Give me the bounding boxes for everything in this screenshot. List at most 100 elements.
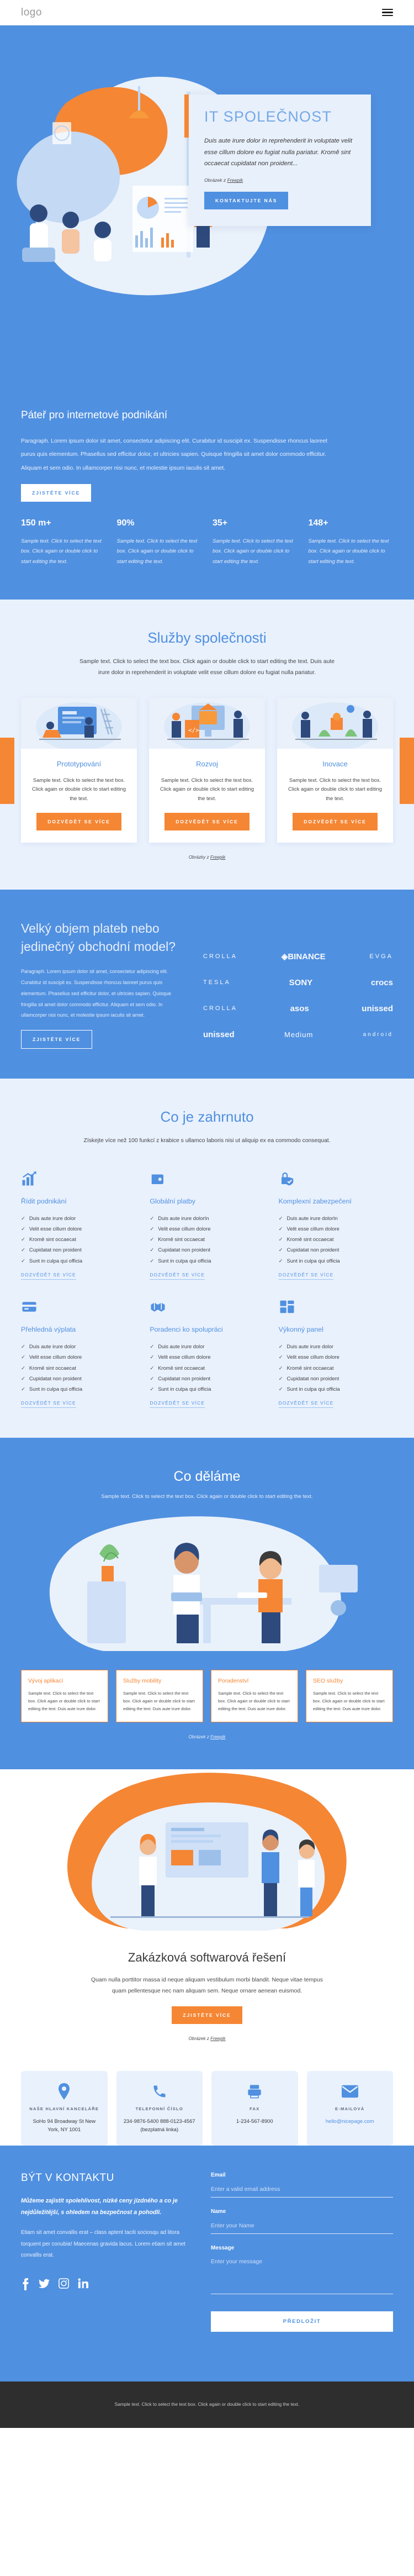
payments-title: Velký objem plateb nebo jedinečný obchod… <box>21 921 176 954</box>
map-pin-icon <box>28 2082 101 2101</box>
brand-logo-evga: EVGA <box>369 953 393 960</box>
message-field-group: Message <box>211 2245 393 2297</box>
contact-card-value: 1-234-567-8900 <box>236 2117 273 2124</box>
name-field-group: Name <box>211 2209 393 2234</box>
wwd-tile[interactable]: Vývoj aplikací Sample text. Click to sel… <box>21 1669 108 1722</box>
contact-card-value: 234-9876-5400 888-0123-4567 (bezplatná l… <box>123 2117 195 2132</box>
backbone-title: Páteř pro internetové podnikání <box>21 409 168 421</box>
feature-link[interactable]: DOZVĚDĚT SE VÍCE <box>150 1401 205 1408</box>
feature-list-item: ✓ Sunt in culpa qui officia <box>150 1384 264 1394</box>
check-icon: ✓ <box>278 1364 283 1371</box>
feature-link[interactable]: DOZVĚDĚT SE VÍCE <box>21 1401 76 1408</box>
service-card[interactable]: </> Rozvoj Sample text. Click to select … <box>149 697 265 843</box>
service-card-title: Inovace <box>322 759 348 768</box>
check-icon: ✓ <box>21 1364 25 1371</box>
email-field-group: Email <box>211 2172 393 2198</box>
feature-title: Přehledná výplata <box>21 1325 76 1333</box>
service-card-button[interactable]: DOZVĚDĚT SE VÍCE <box>293 812 378 830</box>
brand-logo-unissed-2: unissed <box>203 1029 235 1039</box>
feature-list-item: ✓ Velit esse cillum dolore <box>21 1223 135 1234</box>
stat-item: 150 m+ Sample text. Click to select the … <box>21 518 106 566</box>
feature-link[interactable]: DOZVĚDĚT SE VÍCE <box>21 1273 76 1280</box>
backbone-cta-button[interactable]: ZJISTĚTE VÍCE <box>21 484 92 502</box>
hero-description: Duis aute irure dolor in reprehenderit i… <box>204 137 353 167</box>
feature-link[interactable]: DOZVĚDĚT SE VÍCE <box>278 1273 334 1280</box>
twitter-icon[interactable] <box>39 2278 50 2293</box>
service-card-button[interactable]: DOZVĚDĚT SE VÍCE <box>164 812 250 830</box>
service-card[interactable]: Inovace Sample text. Click to select the… <box>277 697 393 843</box>
check-icon: ✓ <box>278 1236 283 1243</box>
freepik-link[interactable]: Freepik <box>210 2036 225 2041</box>
stat-text: Sample text. Click to select the text bo… <box>213 538 293 564</box>
feature-link[interactable]: DOZVĚDĚT SE VÍCE <box>150 1273 205 1280</box>
feature-item: Řídit podnikání ✓ Duis aute irure dolor ✓… <box>21 1170 135 1280</box>
logo-row: CROLLA asos unissed <box>203 1004 393 1013</box>
service-card-image <box>21 697 137 749</box>
check-icon: ✓ <box>278 1225 283 1232</box>
linkedin-icon[interactable] <box>78 2278 88 2293</box>
feature-list-item: ✓ Velit esse cillum dolore <box>21 1352 135 1362</box>
name-label: Name <box>211 2208 226 2215</box>
brand-logo-binance: ◈BINANCE <box>281 951 326 961</box>
services-cards: Prototypování Sample text. Click to sele… <box>21 697 393 843</box>
check-icon: ✓ <box>278 1257 283 1264</box>
email-link[interactable]: hello@nicepage.com <box>326 2118 374 2124</box>
feature-list-item: ✓ Kromě sint occaecat <box>21 1363 135 1373</box>
site-footer: Sample text. Click to select the text bo… <box>0 2381 414 2428</box>
feature-list-item: ✓ Velit esse cillum dolore <box>279 1223 393 1234</box>
logo-row: unissed Medium android <box>203 1030 393 1039</box>
brand-logo-crolla: CROLLA <box>203 953 238 960</box>
stats-row: 150 m+ Sample text. Click to select the … <box>0 518 414 600</box>
csw-credit: Obrázek z Freepik <box>188 2036 226 2041</box>
submit-button[interactable]: PŘEDLOŽIT <box>211 2311 393 2332</box>
stat-item: 35+ Sample text. Click to select the tex… <box>213 518 298 566</box>
social-links <box>21 2278 192 2293</box>
service-card-button[interactable]: DOZVĚDĚT SE VÍCE <box>36 812 121 830</box>
feature-title: Komplexní zabezpečení <box>278 1197 352 1205</box>
backbone-section: Páteř pro internetové podnikání Paragrap… <box>0 379 414 519</box>
brand-logo-medium: Medium <box>284 1030 314 1039</box>
email-label: Email <box>211 2172 226 2178</box>
feature-list-item: ✓ Duis aute irure dolorIn <box>150 1213 264 1223</box>
message-input[interactable] <box>211 2256 393 2294</box>
contact-section: BÝT V KONTAKTU Můžeme zajistit spolehliv… <box>0 2145 414 2382</box>
instagram-icon[interactable] <box>59 2278 69 2293</box>
feature-link[interactable]: DOZVĚDĚT SE VÍCE <box>278 1401 334 1408</box>
check-icon: ✓ <box>21 1257 25 1264</box>
hero-cta-button[interactable]: KONTAKTUJTE NÁS <box>204 192 289 210</box>
hero-section: IT SPOLEČNOST Duis aute irure dolor in r… <box>0 25 414 379</box>
freepik-link[interactable]: Freepik <box>210 1734 225 1739</box>
freepik-link[interactable]: Freepik <box>227 177 243 183</box>
service-card-image: </> <box>149 697 265 749</box>
feature-list-item: ✓ Cupidatat non proident <box>21 1244 135 1255</box>
wwd-tile[interactable]: Služby mobility Sample text. Click to se… <box>116 1669 203 1722</box>
wwd-tile[interactable]: SEO služby Sample text. Click to select … <box>306 1669 393 1722</box>
feature-list-item: ✓ Duis aute irure dolor <box>21 1341 135 1352</box>
feature-list: ✓ Duis aute irure dolorIn ✓ Velit esse cil… <box>279 1213 393 1266</box>
csw-cta-button[interactable]: ZJISTĚTE VÍCE <box>172 2006 242 2024</box>
site-logo[interactable]: logo <box>21 7 42 19</box>
wwd-subtitle: Sample text. Click to select the text bo… <box>101 1493 313 1500</box>
freepik-link[interactable]: Freepik <box>210 855 225 860</box>
brand-logo-asos: asos <box>290 1003 309 1013</box>
check-icon: ✓ <box>21 1343 25 1349</box>
footer-text: Sample text. Click to select the text bo… <box>114 2401 300 2407</box>
feature-list-item: ✓ Sunt in culpa qui officia <box>21 1384 135 1394</box>
email-input[interactable] <box>211 2184 393 2198</box>
services-credit: Obrázky z Freepik <box>188 854 226 860</box>
wwd-tile-title: Vývoj aplikací <box>28 1678 63 1684</box>
feature-list-item: ✓ Cupidatat non proident <box>279 1244 393 1255</box>
facebook-icon[interactable] <box>21 2278 30 2293</box>
included-subtitle: Získejte více než 100 funkcí z krabice s… <box>83 1138 331 1144</box>
feature-list-item: ✓ Sunt in culpa qui officia <box>279 1384 393 1394</box>
hamburger-icon[interactable] <box>382 8 393 17</box>
name-input[interactable] <box>211 2220 393 2234</box>
hero-title: IT SPOLEČNOST <box>204 108 332 125</box>
service-card[interactable]: Prototypování Sample text. Click to sele… <box>21 697 137 843</box>
brand-logo-crolla-2: CROLLA <box>203 1005 238 1012</box>
wallet-icon <box>152 1174 164 1184</box>
wwd-tile-text: Sample text. Click to select the text bo… <box>313 1690 385 1711</box>
stat-value: 148+ <box>308 518 328 528</box>
payments-cta-button[interactable]: ZJISTĚTE VÍCE <box>21 1030 93 1049</box>
wwd-tile[interactable]: Poradenství Sample text. Click to select… <box>211 1669 298 1722</box>
